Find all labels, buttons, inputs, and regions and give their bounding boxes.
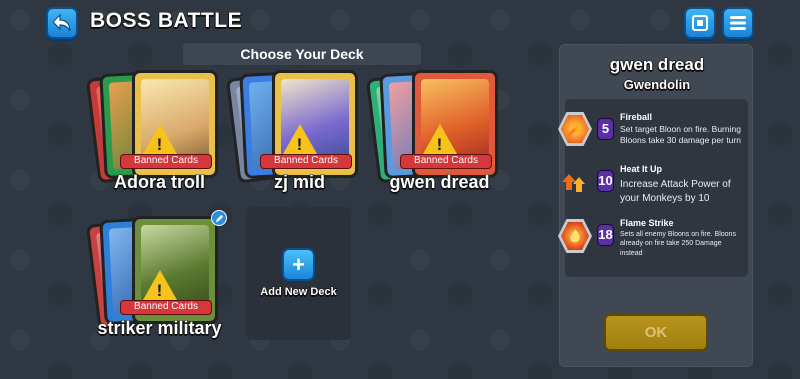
ability-name: Fireball [620,112,653,122]
page-title: BOSS BATTLE [89,9,243,33]
flame-strike-icon [558,219,592,253]
fireball-icon [558,112,592,146]
deck-striker-military[interactable]: ! Banned Cards striker military [85,210,227,361]
deck-zj-mid[interactable]: ! Banned Cards zj mid [225,69,367,215]
choose-deck-header: Choose Your Deck [183,43,421,65]
warning-mark: ! [156,281,163,300]
back-button[interactable] [46,7,78,39]
deck-adora-troll[interactable]: ! Banned Cards Adora troll [85,69,227,215]
ok-button[interactable]: OK [604,314,708,351]
plus-icon: + [292,251,305,277]
hamburger-menu-icon [730,16,746,30]
ability-name: Flame Strike [620,218,674,228]
hero-abilities: 5 Fireball Set target Bloon on fire. Bur… [558,99,748,277]
ability-description: Increase Attack Power of your Monkeys by… [620,179,731,204]
ability-name: Heat It Up [620,164,663,174]
ability-description: Set target Bloon on fire. Burning Bloons… [620,124,741,146]
deck-name: striker military [97,318,222,339]
warning-mark: ! [156,135,163,154]
add-deck-button[interactable]: + [282,248,315,281]
warning-mark: ! [296,135,303,154]
ability-cost: 5 [597,118,614,140]
ability-cost: 10 [597,170,614,192]
deck-gwen-dread[interactable]: ! Banned Cards gwen dread [365,69,507,215]
card-collection-icon [692,15,708,31]
add-new-deck-label: Add New Deck [260,286,337,299]
warning-mark: ! [436,135,443,154]
deck-name: gwen dread [389,172,490,193]
ability-description: Sets all enemy Bloons on fire. Bloons al… [620,231,736,257]
back-arrow-icon [52,14,71,32]
banned-cards-badge: Banned Cards [120,300,212,315]
hero-name: Gwendolin [623,77,691,93]
deck-detail-panel: gwen dread Gwendolin 5 Fireball Set targ… [558,44,753,367]
selected-deck-name: gwen dread [609,55,705,75]
banned-cards-badge: Banned Cards [400,154,492,169]
collection-button[interactable] [684,7,716,39]
menu-button[interactable] [722,7,754,39]
ability-cost: 18 [597,224,614,246]
banned-cards-badge: Banned Cards [260,154,352,169]
add-new-deck-slot[interactable]: + Add New Deck [246,207,351,340]
heat-it-up-icon [558,166,592,200]
banned-cards-badge: Banned Cards [120,154,212,169]
edit-deck-icon[interactable] [211,210,227,226]
